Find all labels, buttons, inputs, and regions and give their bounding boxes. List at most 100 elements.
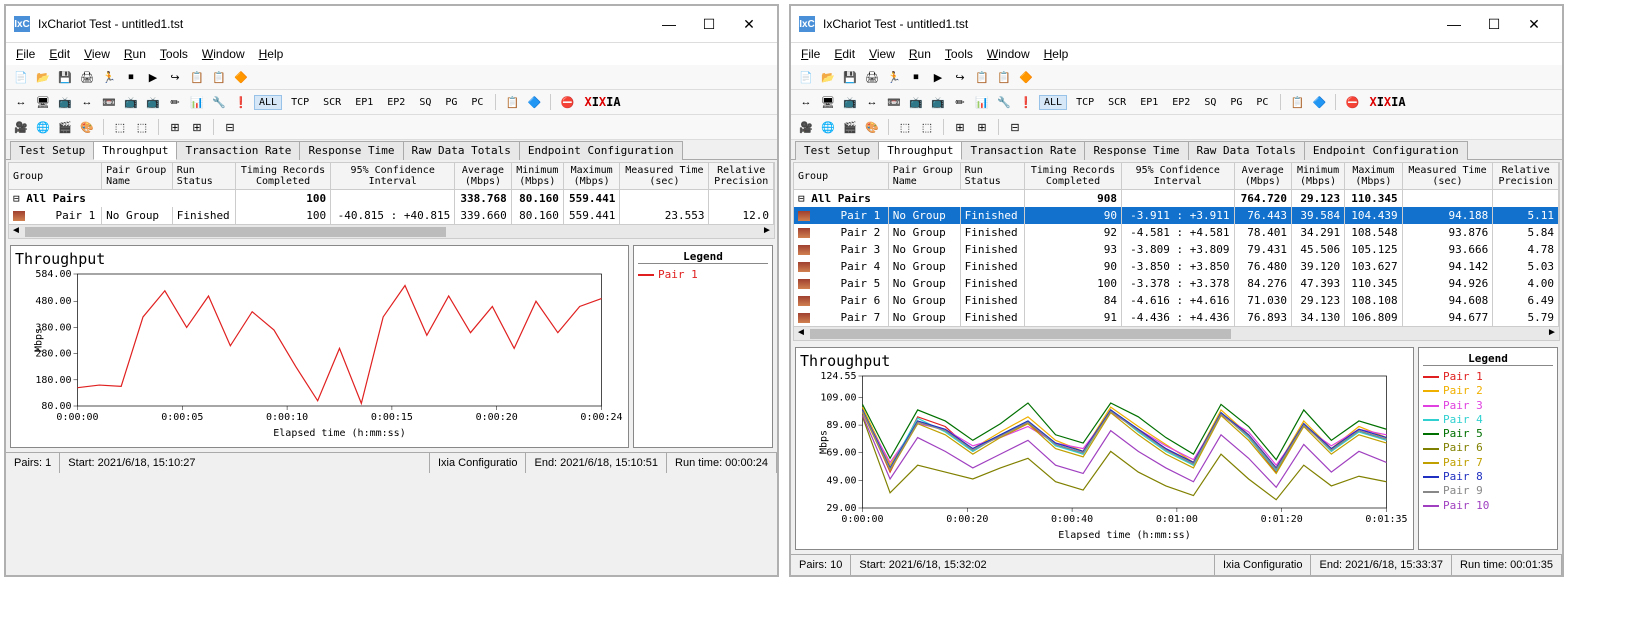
menu-view[interactable]: View bbox=[869, 47, 895, 61]
toolbar-icon-7[interactable]: ↪ bbox=[166, 68, 184, 86]
horizontal-scrollbar[interactable]: ◄► bbox=[9, 224, 774, 238]
toolbar-icon-3[interactable]: 🖨 bbox=[78, 68, 96, 86]
minimize-button[interactable]: — bbox=[649, 12, 689, 36]
toolbar-icon-3[interactable]: 🖨 bbox=[863, 68, 881, 86]
toolbar3-icon-3[interactable]: 🎨 bbox=[863, 118, 881, 136]
col-header[interactable]: RelativePrecision bbox=[709, 163, 774, 190]
col-header[interactable]: 95% ConfidenceInterval bbox=[331, 163, 455, 190]
toolbar-icon-9[interactable]: 📋 bbox=[210, 68, 228, 86]
menu-window[interactable]: Window bbox=[987, 47, 1030, 61]
toolbar2-icon-5[interactable]: 📺 bbox=[122, 93, 140, 111]
toolbar-icon-9[interactable]: 📋 bbox=[995, 68, 1013, 86]
close-button[interactable]: ✕ bbox=[729, 12, 769, 36]
col-header[interactable]: Pair GroupName bbox=[888, 163, 960, 190]
toolbar3-icon-11[interactable]: ⊟ bbox=[221, 118, 239, 136]
protocol-all[interactable]: ALL bbox=[254, 95, 282, 110]
legend-item[interactable]: Pair 8 bbox=[1423, 470, 1553, 484]
legend-item[interactable]: Pair 1 bbox=[638, 268, 768, 282]
col-header[interactable]: RunStatus bbox=[172, 163, 235, 190]
toolbar2-icon-10[interactable]: ❗ bbox=[232, 93, 250, 111]
tab-test-setup[interactable]: Test Setup bbox=[10, 141, 94, 160]
toolbar-icon-8[interactable]: 📋 bbox=[188, 68, 206, 86]
col-header[interactable]: Maximum(Mbps) bbox=[1345, 163, 1403, 190]
toolbar3-icon-9[interactable]: ⊞ bbox=[973, 118, 991, 136]
toolbar3-icon-9[interactable]: ⊞ bbox=[188, 118, 206, 136]
col-header[interactable]: Group bbox=[9, 163, 102, 190]
legend-item[interactable]: Pair 10 bbox=[1423, 499, 1553, 513]
toolbar-icon-0[interactable]: 📄 bbox=[797, 68, 815, 86]
toolbar3-icon-1[interactable]: 🌐 bbox=[34, 118, 52, 136]
toolbar2-icon-2[interactable]: 📺 bbox=[56, 93, 74, 111]
toolbar-icon-1[interactable]: 📂 bbox=[34, 68, 52, 86]
toolbar2-icon-6[interactable]: 📺 bbox=[929, 93, 947, 111]
toolbar-icon-6[interactable]: ▶ bbox=[929, 68, 947, 86]
toolbar-icon-2[interactable]: 💾 bbox=[841, 68, 859, 86]
protocol-all[interactable]: ALL bbox=[1039, 95, 1067, 110]
menu-edit[interactable]: Edit bbox=[834, 47, 855, 61]
menu-view[interactable]: View bbox=[84, 47, 110, 61]
toolbar-icon-7[interactable]: ↪ bbox=[951, 68, 969, 86]
menu-run[interactable]: Run bbox=[124, 47, 146, 61]
toolbar3-icon-3[interactable]: 🎨 bbox=[78, 118, 96, 136]
table-row[interactable]: Pair 1No GroupFinished90-3.911 : +3.9117… bbox=[794, 207, 1559, 224]
protocol-ep1[interactable]: EP1 bbox=[1135, 95, 1163, 110]
toolbar3-icon-6[interactable]: ⬚ bbox=[918, 118, 936, 136]
horizontal-scrollbar[interactable]: ◄► bbox=[794, 326, 1559, 340]
col-header[interactable]: Group bbox=[794, 163, 888, 190]
table-row[interactable]: Pair 6No GroupFinished84-4.616 : +4.6167… bbox=[794, 292, 1559, 309]
toolbar3-icon-5[interactable]: ⬚ bbox=[896, 118, 914, 136]
toolbar2-icon-9[interactable]: 🔧 bbox=[995, 93, 1013, 111]
stop-icon[interactable]: ⛔ bbox=[558, 93, 576, 111]
protocol-pc[interactable]: PC bbox=[1251, 95, 1273, 110]
toolbar-icon-0[interactable]: 📄 bbox=[12, 68, 30, 86]
menu-edit[interactable]: Edit bbox=[49, 47, 70, 61]
toolbar2-icon-0[interactable]: ↔ bbox=[12, 93, 30, 111]
toolbar3-icon-6[interactable]: ⬚ bbox=[133, 118, 151, 136]
row-all-pairs[interactable]: All Pairs100338.76880.160559.441 bbox=[9, 190, 774, 208]
menu-tools[interactable]: Tools bbox=[160, 47, 188, 61]
toolbar2-icon-10[interactable]: ❗ bbox=[1017, 93, 1035, 111]
table-row[interactable]: Pair 1No GroupFinished100-40.815 : +40.8… bbox=[9, 207, 774, 224]
col-header[interactable]: Pair GroupName bbox=[102, 163, 173, 190]
protocol-scr[interactable]: SCR bbox=[318, 95, 346, 110]
toolbar3-icon-1[interactable]: 🌐 bbox=[819, 118, 837, 136]
toolbar2-icon-3[interactable]: ↔ bbox=[78, 93, 96, 111]
table-row[interactable]: Pair 5No GroupFinished100-3.378 : +3.378… bbox=[794, 275, 1559, 292]
col-header[interactable]: Measured Time(sec) bbox=[620, 163, 709, 190]
toolbar3-icon-0[interactable]: 🎥 bbox=[797, 118, 815, 136]
toolbar3-icon-11[interactable]: ⊟ bbox=[1006, 118, 1024, 136]
protocol-sq[interactable]: SQ bbox=[1199, 95, 1221, 110]
legend-item[interactable]: Pair 5 bbox=[1423, 427, 1553, 441]
legend-item[interactable]: Pair 6 bbox=[1423, 441, 1553, 455]
col-header[interactable]: Average(Mbps) bbox=[1234, 163, 1292, 190]
menu-file[interactable]: File bbox=[16, 47, 35, 61]
toolbar2b-icon-0[interactable]: 📋 bbox=[1288, 93, 1306, 111]
legend-item[interactable]: Pair 1 bbox=[1423, 370, 1553, 384]
row-all-pairs[interactable]: All Pairs908764.72029.123110.345 bbox=[794, 190, 1559, 208]
legend-item[interactable]: Pair 9 bbox=[1423, 484, 1553, 498]
protocol-pc[interactable]: PC bbox=[466, 95, 488, 110]
tab-endpoint-configuration[interactable]: Endpoint Configuration bbox=[1304, 141, 1468, 160]
tab-response-time[interactable]: Response Time bbox=[299, 141, 403, 160]
toolbar3-icon-2[interactable]: 🎬 bbox=[841, 118, 859, 136]
tab-transaction-rate[interactable]: Transaction Rate bbox=[176, 141, 300, 160]
col-header[interactable]: Measured Time(sec) bbox=[1402, 163, 1493, 190]
toolbar3-icon-8[interactable]: ⊞ bbox=[951, 118, 969, 136]
protocol-sq[interactable]: SQ bbox=[414, 95, 436, 110]
stop-icon[interactable]: ⛔ bbox=[1343, 93, 1361, 111]
toolbar2-icon-1[interactable]: 🖥 bbox=[819, 93, 837, 111]
toolbar2-icon-7[interactable]: ✏ bbox=[951, 93, 969, 111]
toolbar-icon-1[interactable]: 📂 bbox=[819, 68, 837, 86]
tab-throughput[interactable]: Throughput bbox=[93, 141, 177, 160]
menu-window[interactable]: Window bbox=[202, 47, 245, 61]
protocol-ep2[interactable]: EP2 bbox=[1167, 95, 1195, 110]
toolbar-icon-10[interactable]: 🔶 bbox=[232, 68, 250, 86]
toolbar3-icon-0[interactable]: 🎥 bbox=[12, 118, 30, 136]
toolbar2-icon-4[interactable]: 📼 bbox=[885, 93, 903, 111]
toolbar2-icon-6[interactable]: 📺 bbox=[144, 93, 162, 111]
menu-help[interactable]: Help bbox=[259, 47, 284, 61]
toolbar2b-icon-0[interactable]: 📋 bbox=[503, 93, 521, 111]
maximize-button[interactable]: ☐ bbox=[689, 12, 729, 36]
tab-throughput[interactable]: Throughput bbox=[878, 141, 962, 160]
toolbar2-icon-5[interactable]: 📺 bbox=[907, 93, 925, 111]
